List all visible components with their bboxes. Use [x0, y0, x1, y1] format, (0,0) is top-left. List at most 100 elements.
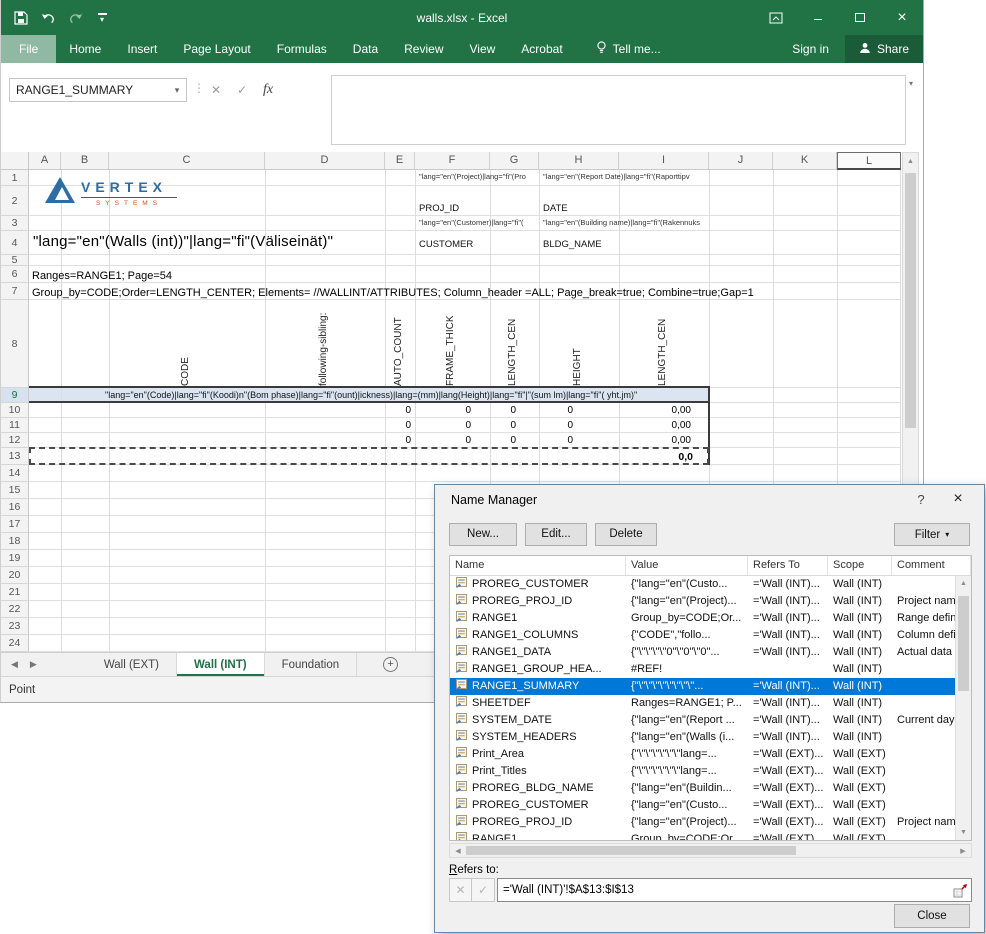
- cell-e10[interactable]: 0: [385, 405, 411, 416]
- refers-confirm-icon[interactable]: ✓: [472, 878, 495, 902]
- redo-icon[interactable]: [63, 6, 87, 30]
- range-picker-icon[interactable]: [949, 879, 971, 901]
- row-header[interactable]: 23: [1, 618, 29, 635]
- column-header[interactable]: K: [773, 152, 837, 170]
- cell-f11[interactable]: 0: [415, 420, 471, 431]
- row-header[interactable]: 7: [1, 283, 29, 300]
- column-header[interactable]: C: [109, 152, 265, 170]
- row-header[interactable]: 21: [1, 584, 29, 601]
- ribbon-tab[interactable]: Data: [340, 35, 391, 63]
- cell-row9-header-text[interactable]: "lang="en"(Code)|lang="fi"(Koodi)n"(Bom …: [105, 390, 637, 400]
- formula-bar-expand-icon[interactable]: ▾: [909, 79, 913, 88]
- cell-f12[interactable]: 0: [415, 435, 471, 446]
- refers-cancel-icon[interactable]: ✕: [449, 878, 472, 902]
- undo-icon[interactable]: [36, 6, 60, 30]
- name-box-input[interactable]: [10, 83, 168, 97]
- list-column-header[interactable]: Refers To: [748, 556, 828, 575]
- column-header[interactable]: G: [490, 152, 539, 170]
- list-column-header[interactable]: Comment: [892, 556, 971, 575]
- row-header[interactable]: 8: [1, 300, 29, 388]
- select-all-corner[interactable]: [1, 152, 29, 170]
- sign-in-button[interactable]: Sign in: [776, 35, 845, 63]
- name-row[interactable]: RANGE1 Group_by=CODE;Or... ='Wall (EXT).…: [450, 831, 957, 840]
- row-header[interactable]: 19: [1, 550, 29, 567]
- list-horizontal-scrollbar[interactable]: ◀ ▶: [449, 843, 972, 858]
- cell-a7[interactable]: Group_by=CODE;Order=LENGTH_CENTER; Eleme…: [32, 287, 754, 299]
- list-column-header[interactable]: Name: [450, 556, 626, 575]
- list-vertical-scrollbar[interactable]: ▲ ▼: [955, 576, 971, 840]
- row-header[interactable]: 18: [1, 533, 29, 550]
- list-vertical-scroll-thumb[interactable]: [958, 596, 969, 691]
- name-box[interactable]: ▾: [9, 78, 187, 102]
- cell-h1[interactable]: "lang="en"(Report Date)|lang="fi"(Raport…: [543, 172, 690, 181]
- cell-e12[interactable]: 0: [385, 435, 411, 446]
- cell-a6[interactable]: Ranges=RANGE1; Page=54: [32, 270, 172, 282]
- cell-g11[interactable]: 0: [490, 420, 516, 431]
- cell-e11[interactable]: 0: [385, 420, 411, 431]
- cell-i12[interactable]: 0,00: [619, 435, 691, 446]
- sheet-prev-icon[interactable]: ◀: [11, 659, 18, 670]
- cell-f10[interactable]: 0: [415, 405, 471, 416]
- minimize-button[interactable]: –: [797, 0, 839, 35]
- row-header[interactable]: 14: [1, 465, 29, 482]
- rotated-header-following-sibling[interactable]: following-sibling:: [318, 302, 329, 386]
- list-scroll-right-icon[interactable]: ▶: [955, 844, 971, 857]
- name-row[interactable]: RANGE1_COLUMNS {"CODE","follo... ='Wall …: [450, 627, 957, 644]
- list-column-header[interactable]: Scope: [828, 556, 892, 575]
- row-header[interactable]: 10: [1, 403, 29, 418]
- column-header[interactable]: D: [265, 152, 385, 170]
- scroll-up-icon[interactable]: ▲: [903, 153, 918, 169]
- row-header[interactable]: 12: [1, 433, 29, 448]
- column-header[interactable]: E: [385, 152, 415, 170]
- name-row[interactable]: Print_Titles {"\"\"\"\"\"\"lang=... ='Wa…: [450, 763, 957, 780]
- name-row[interactable]: PROREG_PROJ_ID {"lang="en"(Project)... =…: [450, 593, 957, 610]
- rotated-header-length-cen-2[interactable]: LENGTH_CEN: [657, 302, 668, 386]
- filter-button[interactable]: Filter ▾: [894, 523, 970, 546]
- dialog-close-button[interactable]: ×: [948, 490, 968, 508]
- enter-check-icon[interactable]: ✓: [229, 78, 255, 102]
- insert-function-icon[interactable]: fx: [255, 78, 281, 102]
- ribbon-tab[interactable]: Insert: [114, 35, 170, 63]
- column-header[interactable]: H: [539, 152, 619, 170]
- row-header[interactable]: 6: [1, 266, 29, 283]
- row-header[interactable]: 11: [1, 418, 29, 433]
- close-button[interactable]: ×: [881, 0, 923, 35]
- rotated-header-length-cen[interactable]: LENGTH_CEN: [507, 302, 518, 386]
- name-row[interactable]: SHEETDEF Ranges=RANGE1; P... ='Wall (INT…: [450, 695, 957, 712]
- row-header[interactable]: 1: [1, 170, 29, 186]
- name-row[interactable]: RANGE1_DATA {"\"\"\"\"0"\"0"\"0"... ='Wa…: [450, 644, 957, 661]
- row-header[interactable]: 2: [1, 186, 29, 216]
- new-button[interactable]: New...: [449, 523, 517, 546]
- ribbon-tab[interactable]: File: [1, 35, 56, 63]
- row-header[interactable]: 20: [1, 567, 29, 584]
- cell-h10[interactable]: 0: [539, 405, 573, 416]
- row-header[interactable]: 24: [1, 635, 29, 652]
- list-scroll-left-icon[interactable]: ◀: [450, 844, 466, 857]
- delete-button[interactable]: Delete: [595, 523, 657, 546]
- column-header[interactable]: A: [29, 152, 61, 170]
- cell-f3[interactable]: "lang="en"(Customer)|lang="fi"(: [419, 218, 523, 227]
- cell-a4-title[interactable]: "lang="en"(Walls (int))"|lang="fi"(Välis…: [33, 233, 333, 250]
- ribbon-display-options-icon[interactable]: [755, 0, 797, 35]
- cell-f4[interactable]: CUSTOMER: [419, 239, 473, 250]
- cell-g10[interactable]: 0: [490, 405, 516, 416]
- name-box-dropdown-icon[interactable]: ▾: [168, 85, 186, 96]
- cell-g12[interactable]: 0: [490, 435, 516, 446]
- column-header[interactable]: B: [61, 152, 109, 170]
- refers-to-input[interactable]: [498, 884, 949, 896]
- list-horizontal-scroll-thumb[interactable]: [466, 846, 796, 855]
- column-header[interactable]: L: [837, 152, 901, 170]
- cell-h12[interactable]: 0: [539, 435, 573, 446]
- sheet-tab[interactable]: Wall (EXT): [87, 653, 177, 676]
- column-header[interactable]: F: [415, 152, 490, 170]
- ribbon-tab[interactable]: Formulas: [264, 35, 340, 63]
- list-column-header[interactable]: Value: [626, 556, 748, 575]
- cell-f1[interactable]: "lang="en"(Project)|lang="fi"(Pro: [419, 172, 526, 181]
- name-row[interactable]: PROREG_CUSTOMER {"lang="en"(Custo... ='W…: [450, 576, 957, 593]
- cancel-icon[interactable]: ✕: [203, 78, 229, 102]
- cell-h3[interactable]: "lang="en"(Building name)|lang="fi"(Rake…: [543, 218, 700, 227]
- maximize-button[interactable]: [839, 0, 881, 35]
- cell-h2[interactable]: DATE: [543, 203, 568, 214]
- ribbon-tab[interactable]: Page Layout: [170, 35, 263, 63]
- row-header[interactable]: 17: [1, 516, 29, 533]
